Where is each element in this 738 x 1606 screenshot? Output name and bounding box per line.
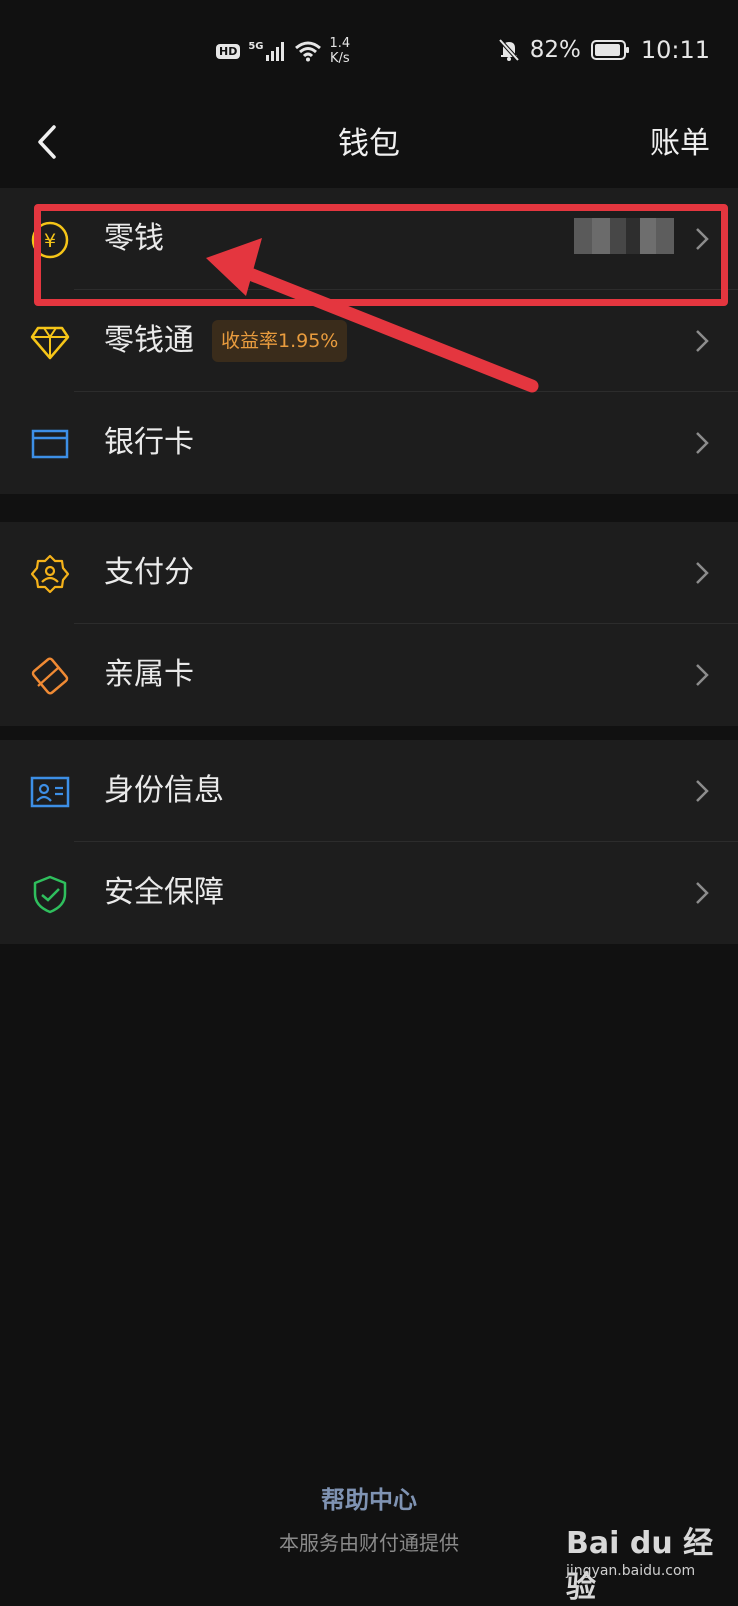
list-item-pay-score[interactable]: 支付分 xyxy=(0,522,738,624)
list-item-identity[interactable]: 身份信息 xyxy=(0,740,738,842)
battery-percent: 82% xyxy=(529,37,581,63)
list-item-bank-card[interactable]: 银行卡 xyxy=(0,392,738,494)
watermark-url: jingyan.baidu.com xyxy=(566,1563,696,1579)
bank-card-icon xyxy=(31,429,69,459)
clock: 10:11 xyxy=(640,36,710,64)
wifi-icon xyxy=(294,41,321,62)
chevron-right-icon xyxy=(696,780,709,802)
chevron-right-icon xyxy=(696,330,709,352)
network-type: 5G xyxy=(248,41,264,52)
chevron-right-icon xyxy=(696,664,709,686)
item-label: 银行卡 xyxy=(104,425,194,460)
page-title: 钱包 xyxy=(338,126,400,162)
item-label: 安全保障 xyxy=(104,875,224,910)
id-card-icon xyxy=(30,776,70,808)
shield-icon xyxy=(33,875,67,914)
family-card-icon xyxy=(31,657,69,695)
yield-rate-badge: 收益率1.95% xyxy=(212,320,348,362)
chevron-right-icon xyxy=(696,882,709,904)
list-item-security[interactable]: 安全保障 xyxy=(0,842,738,944)
bill-button[interactable]: 账单 xyxy=(650,100,710,188)
nav-bar: 钱包 账单 xyxy=(0,100,738,188)
item-label: 身份信息 xyxy=(104,773,224,808)
bell-muted-icon xyxy=(498,38,520,62)
baidu-jingyan-watermark: Bai du 经验 jingyan.baidu.com xyxy=(566,1518,716,1605)
hd-badge: HD xyxy=(216,43,241,59)
help-center-link[interactable]: 帮助中心 xyxy=(0,1480,738,1515)
annotation-highlight-box xyxy=(34,204,728,306)
signal-icon: 5G xyxy=(248,41,285,61)
item-label: 支付分 xyxy=(104,555,194,590)
status-left-group: HD 5G 1.4 K/s xyxy=(216,36,350,66)
battery-icon xyxy=(590,40,629,60)
wallet-group-security: 身份信息 安全保障 xyxy=(0,740,738,944)
status-bar: HD 5G 1.4 K/s 82% 10:11 xyxy=(0,0,738,100)
list-item-family-card[interactable]: 亲属卡 xyxy=(0,624,738,726)
credit-score-icon xyxy=(30,554,70,594)
net-speed: 1.4 K/s xyxy=(329,36,351,66)
wallet-group-services: 支付分 亲属卡 xyxy=(0,522,738,726)
diamond-icon xyxy=(30,326,70,360)
status-right-group: 82% 10:11 xyxy=(498,36,710,64)
item-label: 亲属卡 xyxy=(104,657,194,692)
chevron-right-icon xyxy=(696,562,709,584)
chevron-right-icon xyxy=(696,432,709,454)
watermark-logo: Bai du 经验 xyxy=(566,1526,714,1605)
